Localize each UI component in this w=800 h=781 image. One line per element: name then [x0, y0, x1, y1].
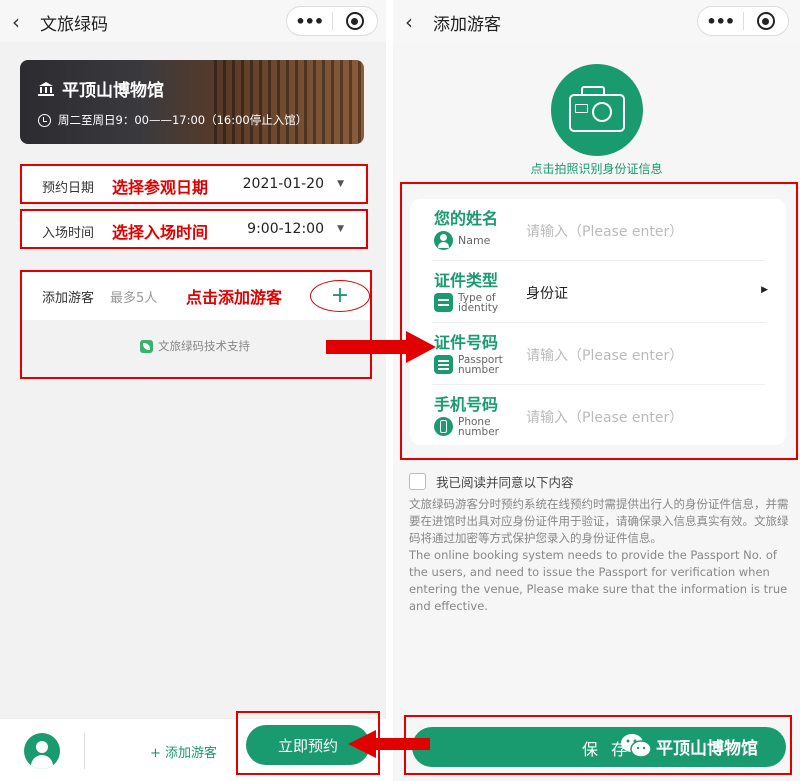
agree-row: 我已阅读并同意以下内容 [409, 472, 574, 491]
id-number-label: 证件号码 [434, 333, 499, 352]
id-type-label-en: Type of identity [458, 292, 499, 314]
name-field-row: 您的姓名 Name 请输入（Please enter） [410, 199, 786, 261]
plus-icon: + [330, 283, 350, 308]
id-number-label-en: Passport number [458, 354, 503, 376]
entry-time-row[interactable]: 入场时间 选择入场时间 9:00-12:00 ▼ [20, 209, 368, 249]
wechat-icon [621, 734, 652, 758]
reservation-screen: ‹ 文旅绿码 ••• 平顶山博物馆 周二至周日9：00——17:00（16:00… [0, 0, 386, 781]
add-visitor-section: 添加游客 最多5人 点击添加游客 + 文旅绿码技术支持 [20, 270, 372, 379]
person-icon [434, 231, 453, 250]
agree-checkbox[interactable] [409, 473, 426, 490]
visit-date-annotation: 选择参观日期 [112, 178, 209, 197]
id-type-label: 证件类型 [434, 271, 499, 290]
arrow-right-icon [326, 331, 436, 363]
save-button[interactable]: 保 存 平顶山博物馆 [412, 727, 786, 767]
nav-bar: ‹ 文旅绿码 ••• [0, 0, 386, 42]
page-title: 添加游客 [433, 15, 501, 35]
id-number-input[interactable]: 请输入（Please enter） [526, 345, 683, 365]
add-visitor-label: 添加游客 [42, 291, 95, 306]
clock-icon [38, 113, 51, 127]
more-dots-icon[interactable]: ••• [698, 12, 743, 31]
nav-bar: ‹ 添加游客 ••• [393, 0, 800, 42]
arrow-left-icon [348, 730, 430, 758]
triangle-right-icon: ▶ [761, 285, 768, 295]
visitor-form-highlight: 您的姓名 Name 请输入（Please enter） 证件类型 Type of… [400, 182, 798, 460]
target-icon[interactable] [332, 12, 377, 30]
phone-icon [434, 417, 453, 436]
museum-name: 平顶山博物馆 [62, 81, 164, 101]
visit-date-label: 预约日期 [42, 181, 95, 196]
notice-cn: 文旅绿码游客分时预约系统在线预约时需提供出行人的身份证件信息，并需要在进馆时出具… [409, 497, 789, 545]
camera-icon[interactable] [551, 64, 643, 156]
page-title: 文旅绿码 [40, 15, 108, 35]
add-visitor-plus-button[interactable]: + [310, 280, 370, 312]
back-icon[interactable]: ‹ [12, 10, 20, 34]
tech-support-text: 文旅绿码技术支持 [158, 339, 250, 353]
add-visitor-link[interactable]: + 添加游客 [150, 742, 217, 761]
add-visitor-screen: ‹ 添加游客 ••• 点击拍照识别身份证信息 您的姓名 Name 请输入（Ple… [393, 0, 800, 781]
museum-banner: 平顶山博物馆 周二至周日9：00——17:00（16:00停止入馆） [20, 60, 364, 144]
museum-icon [38, 81, 54, 96]
name-label: 您的姓名 [434, 209, 499, 228]
notice-en: The online booking system needs to provi… [409, 548, 788, 613]
entry-time-annotation: 选择入场时间 [112, 223, 209, 242]
tech-support: 文旅绿码技术支持 [140, 338, 250, 354]
passport-icon [434, 355, 453, 374]
watermark-text: 平顶山博物馆 [656, 739, 758, 759]
phone-input[interactable]: 请输入（Please enter） [526, 407, 683, 427]
save-highlight: 保 存 平顶山博物馆 [404, 715, 792, 775]
leaf-logo-icon [140, 339, 153, 353]
agree-label: 我已阅读并同意以下内容 [436, 475, 574, 490]
scan-id-tip[interactable]: 点击拍照识别身份证信息 [393, 160, 800, 177]
max-visitors-note: 最多5人 [110, 291, 158, 306]
target-icon[interactable] [743, 12, 788, 30]
back-icon[interactable]: ‹ [405, 10, 413, 34]
entry-time-value[interactable]: 9:00-12:00 [247, 221, 324, 237]
privacy-notice: 文旅绿码游客分时预约系统在线预约时需提供出行人的身份证件信息，并需要在进馆时出具… [409, 496, 791, 615]
visitor-form: 您的姓名 Name 请输入（Please enter） 证件类型 Type of… [410, 199, 786, 445]
id-card-icon [434, 293, 453, 312]
id-number-row: 证件号码 Passport number 请输入（Please enter） [410, 323, 786, 385]
name-label-en: Name [458, 234, 491, 247]
id-type-value[interactable]: 身份证 [526, 283, 568, 303]
miniprogram-capsule: ••• [697, 6, 789, 36]
add-visitor-row[interactable]: 添加游客 最多5人 点击添加游客 + [22, 272, 370, 320]
visit-date-row[interactable]: 预约日期 选择参观日期 2021-01-20 ▼ [20, 164, 368, 204]
opening-hours: 周二至周日9：00——17:00（16:00停止入馆） [58, 113, 308, 127]
phone-label: 手机号码 [434, 395, 499, 414]
caret-down-icon: ▼ [337, 224, 344, 234]
add-visitor-annotation: 点击添加游客 [186, 288, 283, 307]
avatar-icon[interactable] [24, 733, 60, 769]
id-type-row[interactable]: 证件类型 Type of identity 身份证 ▶ [410, 261, 786, 323]
caret-down-icon: ▼ [337, 179, 344, 189]
visit-date-value[interactable]: 2021-01-20 [243, 176, 324, 192]
more-dots-icon[interactable]: ••• [287, 12, 332, 31]
phone-row: 手机号码 Phone number 请输入（Please enter） [410, 385, 786, 447]
entry-time-label: 入场时间 [42, 226, 95, 241]
panel-divider [386, 0, 393, 781]
miniprogram-capsule: ••• [286, 6, 378, 36]
phone-label-en: Phone number [458, 416, 499, 438]
bottom-divider [84, 733, 85, 769]
name-input[interactable]: 请输入（Please enter） [526, 221, 683, 241]
